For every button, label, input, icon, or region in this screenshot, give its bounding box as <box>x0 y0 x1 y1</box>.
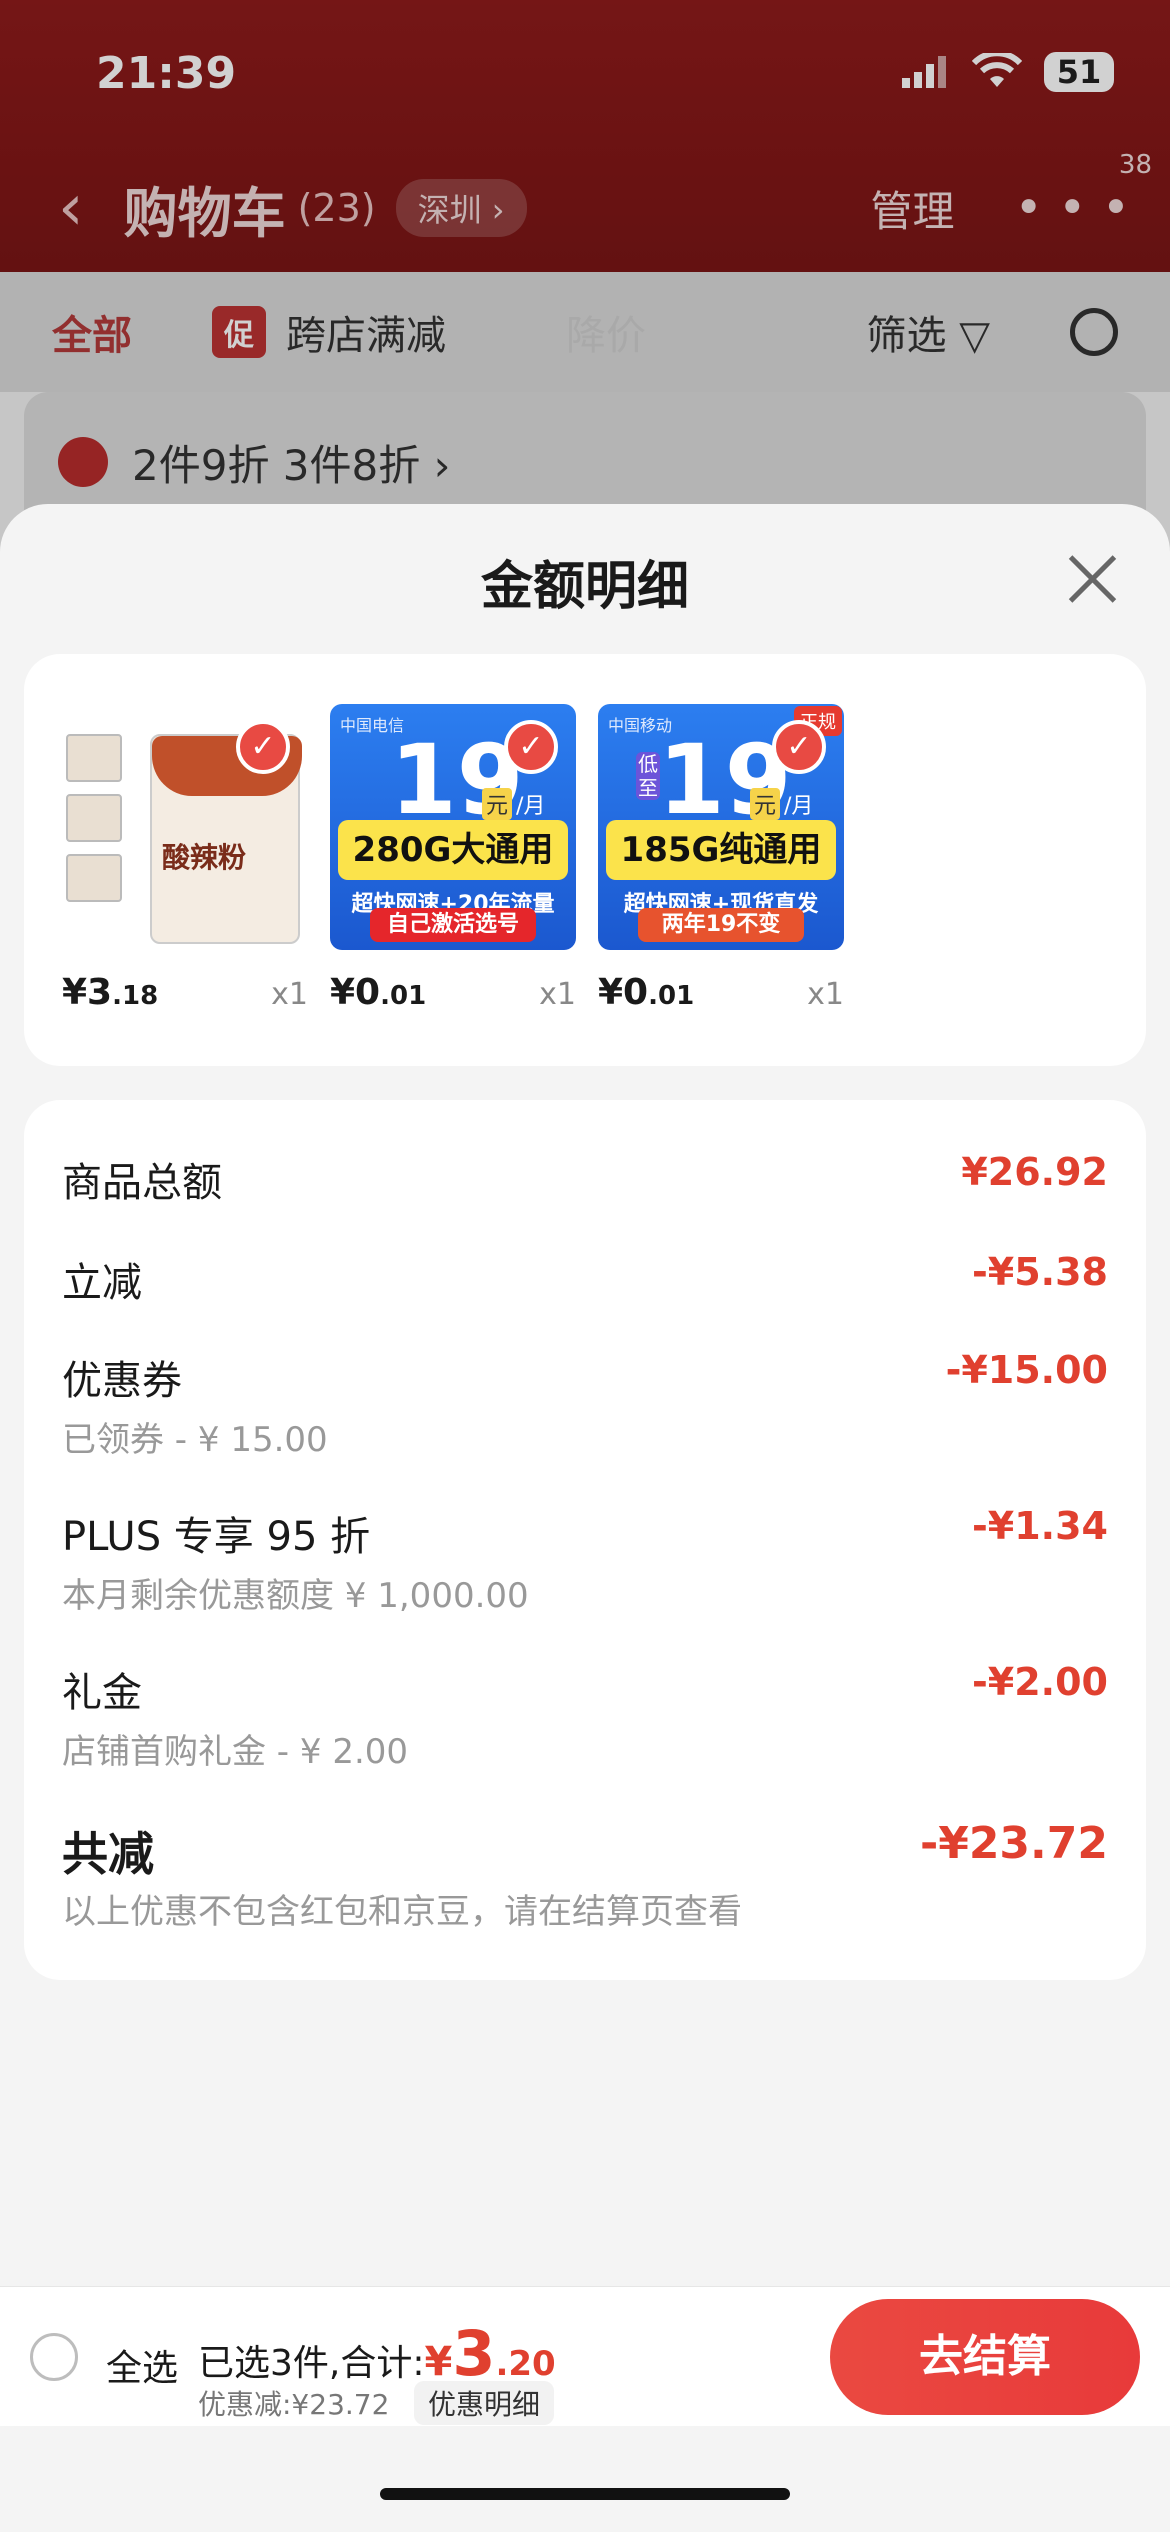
checkout-button[interactable]: 去结算 <box>830 2299 1140 2415</box>
selected-check-icon: ✓ <box>772 720 826 774</box>
plan-unit: 元 <box>482 788 513 820</box>
close-icon[interactable] <box>1066 552 1120 606</box>
goods-qty: x1 <box>807 977 844 1012</box>
coupon-label: 优惠券 <box>62 1358 182 1404</box>
goods-price-row: ¥3.18 x1 <box>62 972 308 1013</box>
plan-period: /月 <box>784 794 814 819</box>
plan-period: /月 <box>516 794 546 819</box>
goods-price-row: ¥0.01 x1 <box>598 972 844 1013</box>
goods-total-row: 商品总额 ¥26.92 <box>62 1150 1108 1208</box>
price-decimal: .01 <box>648 981 695 1011</box>
coupon-value: -¥15.00 <box>945 1348 1108 1392</box>
price-decimal: .18 <box>112 981 159 1011</box>
product-image-piece <box>66 734 122 782</box>
product-image-label: 酸辣粉 <box>162 841 247 874</box>
goods-qty: x1 <box>539 977 576 1012</box>
discount-detail-button[interactable]: 优惠明细 <box>414 2381 555 2425</box>
sheet-title: 金额明细 <box>480 557 689 617</box>
total-discount-row: 共减 -¥23.72 <box>62 1818 1108 1884</box>
select-all-label[interactable]: 全选 <box>106 2339 178 2391</box>
total-amount: 3.20 <box>452 2317 555 2390</box>
goods-price: ¥0.01 <box>330 972 426 1013</box>
instant-discount-label: 立减 <box>62 1260 142 1306</box>
product-image-piece <box>66 794 122 842</box>
plan-unit: 元 <box>750 788 781 820</box>
low-tag: 低至 <box>636 752 660 800</box>
plan-footer: 自己激活选号 <box>370 908 536 942</box>
instant-discount-row: 立减 -¥5.38 <box>62 1250 1108 1308</box>
select-all-radio[interactable] <box>30 2333 78 2381</box>
amount-decimal: .20 <box>495 2344 556 2384</box>
selected-check-icon: ✓ <box>504 720 558 774</box>
instant-discount-value: -¥5.38 <box>972 1250 1108 1294</box>
goods-thumbnail: 中国移动 正规 低至 19 元 /月 185G纯通用 超快网速+现货直发 两年1… <box>598 704 844 950</box>
goods-total-value: ¥26.92 <box>961 1150 1108 1194</box>
goods-item[interactable]: 中国电信 19 元 /月 280G大通用 超快网速+20年流量 自己激活选号 ✓… <box>330 704 576 1013</box>
goods-price: ¥0.01 <box>598 972 694 1013</box>
plus-discount-label: PLUS 专享 95 折 <box>62 1514 371 1560</box>
price-main: ¥3 <box>62 972 113 1013</box>
total-discount-label: 共减 <box>62 1827 154 1881</box>
plus-discount-note: 本月剩余优惠额度 ¥ 1,000.00 <box>62 1576 529 1616</box>
plan-footer: 两年19不变 <box>638 908 804 942</box>
total-currency: ¥ <box>424 2339 453 2385</box>
selected-check-icon: ✓ <box>236 720 290 774</box>
goods-thumbnail: 酸辣粉 ✓ <box>62 704 308 950</box>
order-summary: 已选3件,合计:¥3.20 <box>198 2317 556 2390</box>
goods-total-label: 商品总额 <box>62 1160 222 1206</box>
goods-price: ¥3.18 <box>62 972 158 1013</box>
amount-detail-sheet: 金额明细 酸辣粉 ✓ ¥3.18 x1 中国电信 19 元 /月 280G大通用… <box>0 504 1170 2532</box>
goods-strip: 酸辣粉 ✓ ¥3.18 x1 中国电信 19 元 /月 280G大通用 超快网速… <box>24 654 1146 1066</box>
plus-discount-row: PLUS 专享 95 折 -¥1.34 <box>62 1504 1108 1562</box>
plus-discount-value: -¥1.34 <box>972 1504 1108 1548</box>
goods-thumbnail: 中国电信 19 元 /月 280G大通用 超快网速+20年流量 自己激活选号 ✓ <box>330 704 576 950</box>
discount-summary: 优惠减:¥23.72 <box>198 2388 390 2421</box>
total-discount-value: -¥23.72 <box>919 1818 1108 1869</box>
goods-item[interactable]: 酸辣粉 ✓ ¥3.18 x1 <box>62 704 308 1013</box>
goods-price-row: ¥0.01 x1 <box>330 972 576 1013</box>
amount-main: 3 <box>452 2317 496 2390</box>
total-discount-note: 以上优惠不包含红包和京豆，请在结算页查看 <box>62 1892 742 1932</box>
summary-prefix: 已选3件,合计: <box>198 2343 425 2384</box>
goods-item[interactable]: 中国移动 正规 低至 19 元 /月 185G纯通用 超快网速+现货直发 两年1… <box>598 704 844 1013</box>
gift-note: 店铺首购礼金 - ¥ 2.00 <box>62 1732 409 1772</box>
plan-data: 185G纯通用 <box>606 820 836 880</box>
gift-value: -¥2.00 <box>972 1660 1108 1704</box>
price-decimal: .01 <box>380 981 427 1011</box>
coupon-note: 已领券 - ¥ 15.00 <box>62 1420 328 1460</box>
coupon-row: 优惠券 -¥15.00 <box>62 1348 1108 1406</box>
amount-breakdown: 商品总额 ¥26.92 立减 -¥5.38 优惠券 -¥15.00 已领券 - … <box>24 1100 1146 1980</box>
goods-qty: x1 <box>271 977 308 1012</box>
gift-row: 礼金 -¥2.00 <box>62 1660 1108 1718</box>
gift-label: 礼金 <box>62 1670 142 1716</box>
price-main: ¥0 <box>330 972 381 1013</box>
checkout-bar: 全选 已选3件,合计:¥3.20 优惠减:¥23.72 优惠明细 去结算 <box>0 2286 1170 2426</box>
price-main: ¥0 <box>598 972 649 1013</box>
home-indicator <box>380 2488 790 2500</box>
product-image-piece <box>66 854 122 902</box>
plan-data: 280G大通用 <box>338 820 568 880</box>
